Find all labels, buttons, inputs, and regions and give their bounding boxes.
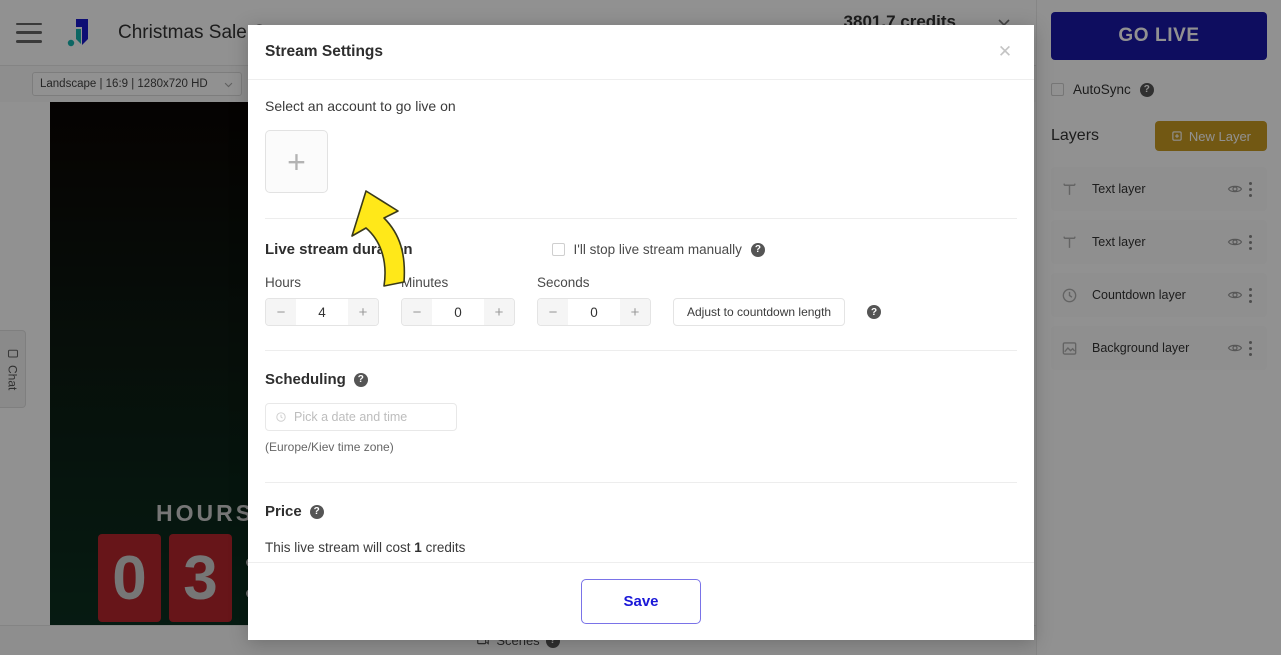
duration-steppers: − 4 + − 0 + − 0 + Adjust to countdown l [265,298,1017,326]
seconds-value[interactable]: 0 [568,299,620,325]
price-text-before: This live stream will cost [265,540,411,555]
seconds-increment-button[interactable]: + [620,299,650,325]
time-unit-labels: Hours Minutes Seconds [265,275,1017,290]
duration-title: Live stream duration [265,241,413,258]
hours-stepper: − 4 + [265,298,379,326]
minutes-decrement-button[interactable]: − [402,299,432,325]
adjust-help-icon[interactable]: ? [867,305,881,319]
app-root: Christmas Sale Cou 3801.7 credits Landsc… [0,0,1281,655]
scheduling-help-icon[interactable]: ? [354,373,368,387]
price-title: Price [265,503,302,520]
stream-settings-dialog: Stream Settings ✕ Select an account to g… [248,25,1034,640]
account-section: Select an account to go live on + [265,80,1017,193]
timezone-note: (Europe/Kiev time zone) [265,440,1017,454]
price-help-icon[interactable]: ? [310,505,324,519]
dialog-header: Stream Settings ✕ [248,25,1034,80]
seconds-stepper: − 0 + [537,298,651,326]
dialog-title: Stream Settings [265,43,994,61]
add-account-button[interactable]: + [265,130,328,193]
duration-section: Live stream duration I'll stop live stre… [265,219,1017,326]
minutes-label: Minutes [401,275,537,290]
manual-stop-help-icon[interactable]: ? [751,243,765,257]
schedule-datetime-placeholder: Pick a date and time [294,410,407,424]
calendar-clock-icon [275,411,287,423]
scheduling-header-row: Scheduling ? [265,371,1017,388]
manual-stop-row[interactable]: I'll stop live stream manually ? [552,242,765,257]
manual-stop-checkbox[interactable] [552,243,565,256]
price-text-after: credits [426,540,466,555]
close-icon[interactable]: ✕ [994,41,1016,63]
seconds-label: Seconds [537,275,651,290]
hours-increment-button[interactable]: + [348,299,378,325]
dialog-body: Select an account to go live on + Live s… [248,80,1034,562]
price-header-row: Price ? [265,503,1017,520]
account-section-label: Select an account to go live on [265,98,1017,114]
manual-stop-label: I'll stop live stream manually [574,242,742,257]
minutes-increment-button[interactable]: + [484,299,514,325]
price-amount: 1 [414,540,422,555]
schedule-datetime-input[interactable]: Pick a date and time [265,403,457,431]
scheduling-section: Scheduling ? Pick a date and time (Europ… [265,351,1017,454]
hours-label: Hours [265,275,401,290]
dialog-footer: Save [248,562,1034,640]
hours-decrement-button[interactable]: − [266,299,296,325]
save-button[interactable]: Save [581,579,701,624]
price-section: Price ? This live stream will cost 1 cre… [265,483,1017,555]
adjust-to-countdown-button[interactable]: Adjust to countdown length [673,298,845,326]
duration-header-row: Live stream duration I'll stop live stre… [265,241,1017,258]
scheduling-title: Scheduling [265,371,346,388]
seconds-decrement-button[interactable]: − [538,299,568,325]
minutes-value[interactable]: 0 [432,299,484,325]
price-description: This live stream will cost 1 credits [265,540,1017,555]
minutes-stepper: − 0 + [401,298,515,326]
hours-value[interactable]: 4 [296,299,348,325]
